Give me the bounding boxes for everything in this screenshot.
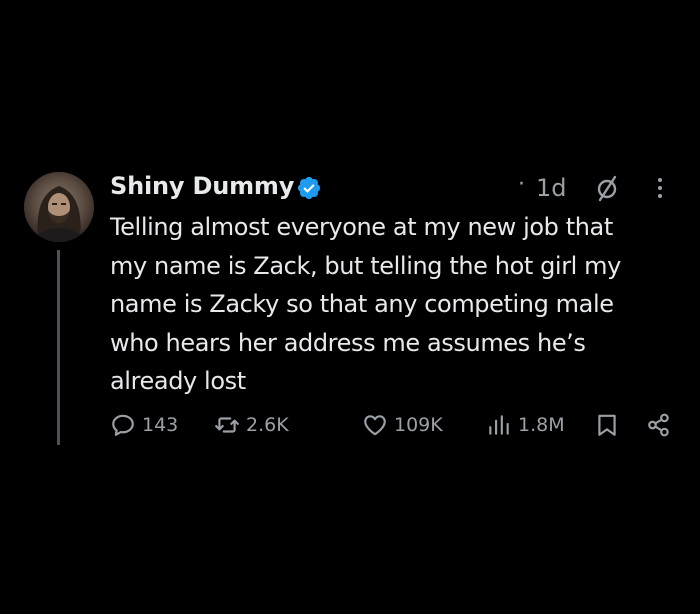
views-icon — [489, 415, 509, 435]
bookmark-icon — [598, 414, 616, 436]
tweet-text-line: already lost — [110, 367, 246, 395]
reply-button[interactable]: 143 — [110, 408, 178, 442]
avatar[interactable] — [24, 172, 94, 242]
grok-icon[interactable] — [594, 174, 622, 202]
author-name[interactable]: Shiny Dummy — [110, 172, 294, 200]
tweet-header: Shiny Dummy · 1d — [110, 170, 680, 206]
more-icon[interactable] — [650, 174, 670, 202]
tweet-text-line: name is Zacky so that any competing male — [110, 290, 614, 318]
heart-icon — [364, 415, 386, 436]
like-button[interactable]: 109K — [362, 408, 443, 442]
repost-count: 2.6K — [246, 414, 289, 436]
tweet-text-line: Telling almost everyone at my new job th… — [110, 213, 613, 241]
share-button[interactable] — [646, 408, 672, 442]
repost-button[interactable]: 2.6K — [214, 408, 289, 442]
action-bar: 143 2.6K 109K 1.8M — [110, 408, 680, 442]
verified-badge-icon — [297, 176, 321, 200]
tweet-text: Telling almost everyone at my new job th… — [110, 208, 680, 401]
tweet-text-line: my name is Zack, but telling the hot gir… — [110, 251, 621, 280]
avatar-image — [24, 172, 94, 242]
tweet[interactable]: Shiny Dummy · 1d Telling almost everyone… — [0, 0, 700, 614]
reply-icon — [112, 414, 134, 436]
timestamp[interactable]: 1d — [536, 174, 567, 202]
separator-dot: · — [518, 172, 525, 197]
bookmark-button[interactable] — [594, 408, 620, 442]
views-button[interactable]: 1.8M — [486, 408, 565, 442]
tweet-text-line: who hears her address me assumes he’s — [110, 328, 586, 357]
like-count: 109K — [394, 414, 443, 436]
view-count: 1.8M — [518, 414, 565, 436]
repost-icon — [215, 417, 239, 433]
share-icon — [648, 413, 669, 437]
thread-line — [57, 250, 60, 445]
reply-count: 143 — [142, 414, 179, 436]
